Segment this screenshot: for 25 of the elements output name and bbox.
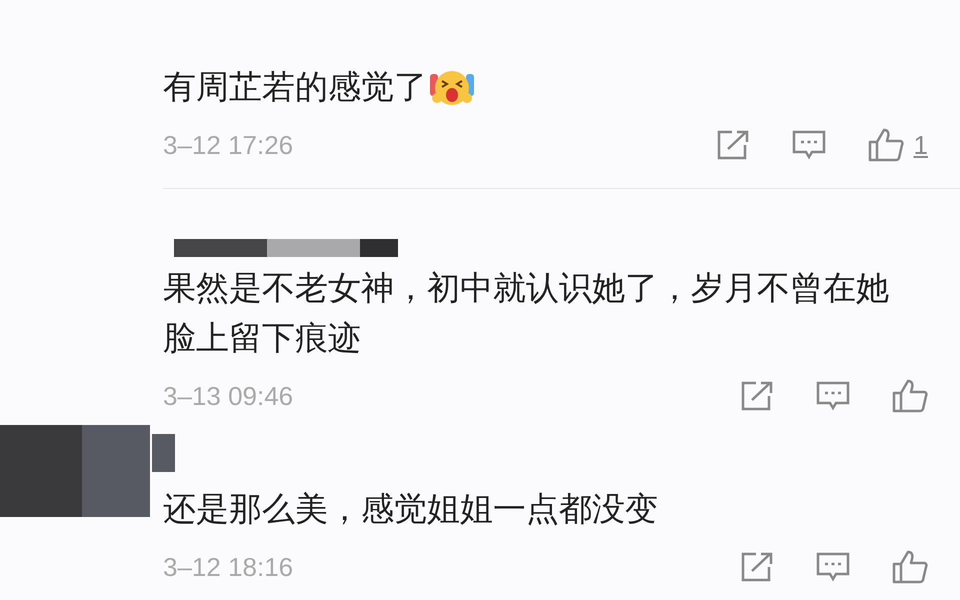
comment-button[interactable] bbox=[792, 130, 826, 160]
comment-time: 3–13 09:46 bbox=[163, 380, 294, 412]
thumbs-up-icon bbox=[892, 550, 928, 584]
comment-text: 还是那么美，感觉姐姐一点都没变 bbox=[163, 488, 658, 530]
share-icon bbox=[716, 129, 750, 161]
comment-icon bbox=[816, 552, 850, 582]
share-button[interactable] bbox=[740, 551, 774, 583]
like-button[interactable]: 1 bbox=[868, 128, 928, 162]
thumbs-up-icon bbox=[868, 128, 904, 162]
comment-time: 3–12 17:26 bbox=[163, 130, 294, 160]
comment-text: 有周芷若的感觉了 bbox=[163, 66, 427, 108]
redaction-block bbox=[152, 434, 175, 472]
share-icon bbox=[740, 551, 774, 583]
comment-time: 3–12 18:16 bbox=[163, 552, 294, 582]
comment-button[interactable] bbox=[816, 552, 850, 582]
share-button[interactable] bbox=[740, 380, 774, 412]
comment-icon bbox=[816, 381, 850, 411]
share-icon bbox=[740, 380, 774, 412]
share-button[interactable] bbox=[716, 129, 750, 161]
comment-text: 果然是不老女神，初中就认识她了，岁月不曾在她脸上留下痕迹 bbox=[163, 267, 890, 359]
thumbs-up-icon bbox=[892, 379, 928, 413]
comment-button[interactable] bbox=[816, 381, 850, 411]
like-button[interactable] bbox=[892, 550, 928, 584]
comment-icon bbox=[792, 130, 826, 160]
like-button[interactable] bbox=[892, 379, 928, 413]
